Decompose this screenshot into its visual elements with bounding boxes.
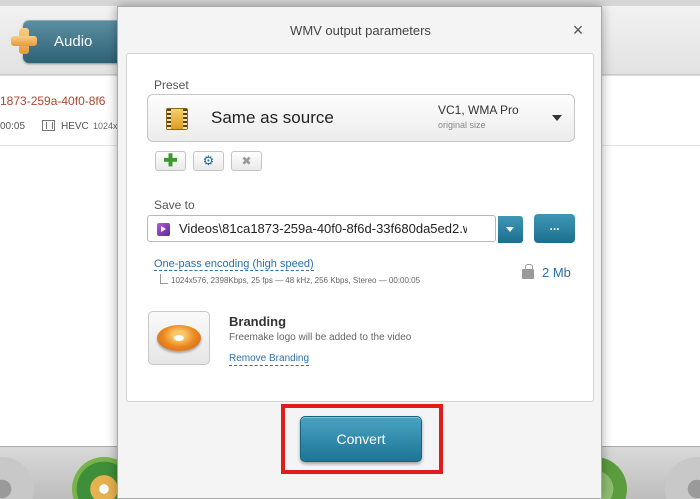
convert-button[interactable]: Convert — [300, 416, 422, 462]
save-path-field[interactable]: Videos\81ca1873-259a-40f0-8f6d-33f680da5… — [147, 215, 523, 243]
disk-size-icon — [521, 264, 535, 280]
format-disc-icon[interactable] — [665, 457, 700, 499]
branding-logo-icon — [148, 311, 210, 365]
format-disc-icon[interactable] — [0, 457, 34, 499]
preset-dropdown[interactable]: Same as source VC1, WMA Pro original siz… — [147, 94, 575, 142]
preset-codec: VC1, WMA Pro — [438, 103, 519, 117]
file-name: 1873-259a-40f0-8f6 — [0, 94, 106, 108]
file-duration: 00:05 — [0, 121, 26, 132]
close-icon[interactable]: × — [567, 19, 589, 41]
branding-title: Branding — [229, 314, 287, 329]
save-to-label: Save to — [154, 198, 195, 212]
tree-connector — [160, 274, 168, 284]
delete-preset-button[interactable]: ✖ — [231, 151, 262, 171]
remove-branding-link[interactable]: Remove Branding — [229, 353, 310, 366]
preset-name: Same as source — [211, 108, 334, 127]
dialog-title: WMV output parameters — [290, 23, 431, 38]
browse-button[interactable]: ... — [534, 214, 575, 243]
file-codec: HEVC — [61, 121, 89, 132]
add-audio-button[interactable]: Audio — [11, 20, 123, 63]
wmv-output-dialog: WMV output parameters × Preset Same as s… — [117, 6, 602, 499]
encoding-mode-link[interactable]: One-pass encoding (high speed) — [154, 258, 314, 271]
add-preset-button[interactable]: ✚ — [155, 151, 186, 171]
film-strip-icon — [166, 108, 188, 130]
preset-size-note: original size — [438, 120, 486, 130]
estimated-file-size[interactable]: 2 Mb — [542, 265, 571, 280]
preset-label: Preset — [154, 78, 189, 92]
edit-preset-button[interactable]: ⚙ — [193, 151, 224, 171]
plus-icon — [11, 28, 37, 54]
file-resolution: 1024x — [93, 121, 118, 131]
film-icon — [42, 120, 55, 131]
video-file-icon — [157, 223, 170, 236]
branding-description: Freemake logo will be added to the video — [229, 332, 412, 343]
encoding-details: 1024x576, 2398Kbps, 25 fps — 48 kHz, 256… — [171, 276, 421, 285]
freemake-logo-icon — [157, 325, 201, 351]
add-audio-label: Audio — [54, 33, 93, 50]
chevron-down-icon — [552, 115, 562, 121]
dialog-panel: Preset Same as source VC1, WMA Pro origi… — [126, 53, 594, 402]
save-path-text: Videos\81ca1873-259a-40f0-8f6d-33f680da5… — [179, 221, 467, 236]
save-path-dropdown-button[interactable] — [498, 216, 523, 243]
